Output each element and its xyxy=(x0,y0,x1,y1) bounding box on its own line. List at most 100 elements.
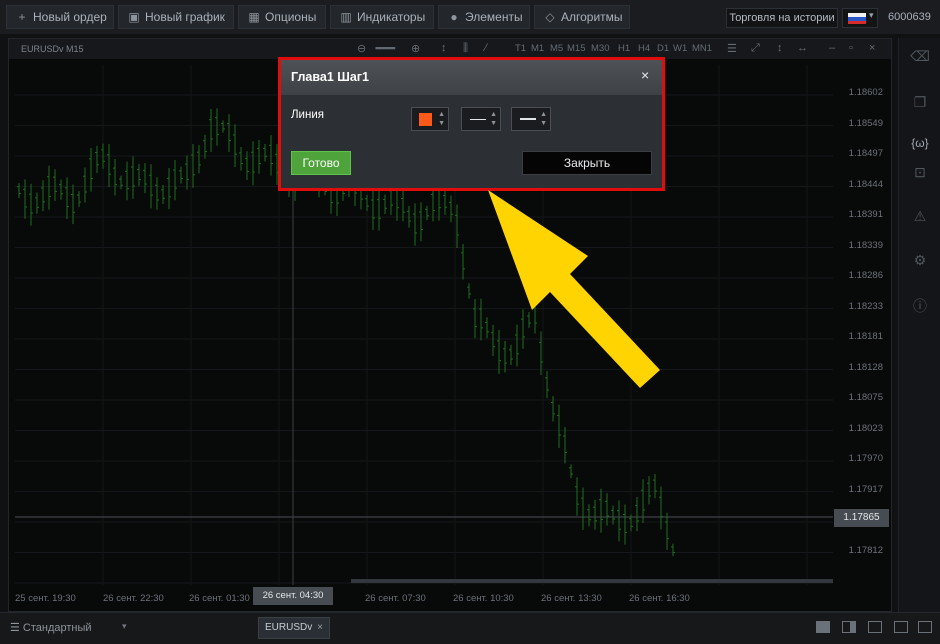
right-sidebar: ⌫ ❐ {ω} ⊡ ⚠ ⚙ ⓘ xyxy=(898,38,940,612)
close-tab-icon[interactable]: × xyxy=(317,618,323,638)
line-color-picker[interactable]: ▲ ▼ xyxy=(411,107,449,131)
time-tick-label: 25 сент. 19:30 xyxy=(15,593,76,604)
script-editor-icon[interactable]: {ω} xyxy=(899,136,940,150)
layout-split-icon[interactable] xyxy=(842,621,856,633)
time-tick-label: 26 сент. 01:30 xyxy=(189,593,250,604)
price-tick-label: 1.18075 xyxy=(848,392,883,403)
new-chart-button[interactable]: ▣ Новый график xyxy=(118,5,234,29)
copy-icon[interactable]: ❐ xyxy=(899,94,940,111)
color-swatch xyxy=(419,113,432,126)
indicators-label: Индикаторы xyxy=(357,10,426,24)
options-icon: ▦ xyxy=(248,10,260,24)
timeframe-m15[interactable]: M15 xyxy=(567,43,585,54)
zoom-in-icon[interactable]: ⊕ xyxy=(411,42,420,55)
account-number[interactable]: 6000639 xyxy=(888,11,931,23)
chart-scrollbar[interactable] xyxy=(351,579,833,583)
price-tick-label: 1.18233 xyxy=(848,300,883,312)
maximize-icon[interactable]: ▫ xyxy=(849,42,853,54)
template-selector[interactable]: ☰ Стандартный xyxy=(10,621,92,634)
time-cursor-label: 26 сент. 04:30 xyxy=(253,587,333,605)
time-tick-label: 26 сент. 07:30 xyxy=(365,593,426,604)
price-tick-label: 1.17970 xyxy=(848,453,883,464)
price-tick-label: 1.18497 xyxy=(848,148,883,159)
time-tick-label: 26 сент. 13:30 xyxy=(541,593,602,604)
elements-label: Элементы xyxy=(465,10,523,24)
options-button[interactable]: ▦ Опционы xyxy=(238,5,326,29)
crosshair-icon[interactable]: ↕ xyxy=(441,42,447,54)
line-label: Линия xyxy=(291,109,324,121)
fullscreen-icon[interactable]: ⤢ xyxy=(751,42,760,55)
algorithms-icon: ◇ xyxy=(545,10,555,24)
price-tick-label: 1.18181 xyxy=(848,331,883,342)
gear-icon[interactable]: ⚙ xyxy=(899,252,940,269)
elements-icon: ● xyxy=(450,10,458,24)
new-order-label: Новый ордер xyxy=(33,10,107,24)
algorithms-button[interactable]: ◇ Алгоритмы xyxy=(534,5,630,29)
close-button[interactable]: Закрыть xyxy=(522,151,652,175)
layout-single-icon[interactable] xyxy=(816,621,830,633)
current-price-label: 1.17865 xyxy=(834,509,889,527)
hamburger-icon: ☰ xyxy=(10,622,23,634)
price-tick-label: 1.18286 xyxy=(848,270,883,281)
timeframe-h1[interactable]: H1 xyxy=(618,43,630,54)
language-selector[interactable]: ▾ xyxy=(842,8,878,28)
symbol-tab[interactable]: EURUSDv × xyxy=(258,617,330,639)
zoom-out-icon[interactable]: ⊖ xyxy=(357,42,366,55)
arrow-shape xyxy=(488,190,660,388)
tutorial-dialog: Глава1 Шаг1 × Линия ▲ ▼ ▲ ▼ ▲ ▼ Готово Закр… xyxy=(281,60,662,188)
price-tick-label: 1.18391 xyxy=(848,209,883,220)
plus-icon: + xyxy=(18,10,26,24)
indicators-button[interactable]: ▥ Индикаторы xyxy=(330,5,434,29)
price-tick-label: 1.17917 xyxy=(848,483,883,495)
info-icon[interactable]: ⓘ xyxy=(899,296,940,316)
options-label: Опционы xyxy=(265,10,317,24)
line-width-icon xyxy=(520,118,536,120)
timeframe-w1[interactable]: W1 xyxy=(673,43,687,54)
symbol-tab-label: EURUSDv xyxy=(265,622,313,633)
timeframe-m30[interactable]: M30 xyxy=(591,43,609,54)
terminal-icon[interactable]: ⊡ xyxy=(899,164,940,181)
elements-button[interactable]: ● Элементы xyxy=(438,5,530,29)
horizontal-scale-icon[interactable]: ↔ xyxy=(797,42,808,54)
zoom-slider[interactable]: ▪▪▪▪▪▪▪▪▪ xyxy=(375,43,396,53)
line-style-icon xyxy=(470,119,486,120)
layout-quad-icon[interactable] xyxy=(894,621,908,633)
new-order-button[interactable]: + Новый ордер xyxy=(6,5,114,29)
done-button[interactable]: Готово xyxy=(291,151,351,175)
line-style-picker[interactable]: ▲ ▼ xyxy=(461,107,501,131)
new-chart-label: Новый график xyxy=(145,10,225,24)
timeframe-m5[interactable]: M5 xyxy=(550,43,563,54)
price-tick-label: 1.17812 xyxy=(848,544,883,556)
candles-icon[interactable]: ⫼ xyxy=(463,42,468,55)
close-icon[interactable]: × xyxy=(641,67,649,83)
alert-icon[interactable]: ⚠ xyxy=(899,208,940,225)
line-width-picker[interactable]: ▲ ▼ xyxy=(511,107,551,131)
layout-multi-icon[interactable] xyxy=(918,621,932,633)
time-tick-label: 26 сент. 16:30 xyxy=(629,593,690,604)
timeframe-mn1[interactable]: MN1 xyxy=(692,43,712,54)
eraser-icon[interactable]: ⌫ xyxy=(899,48,940,65)
chart-titlebar: EURUSDv M15 ⊖ ▪▪▪▪▪▪▪▪▪ ⊕ ↕ ⫼ ∕ T1 M1 M5 M1… xyxy=(9,39,891,59)
chart-window-icon: ▣ xyxy=(128,10,140,24)
indicators-icon: ▥ xyxy=(340,10,352,24)
timeframe-m1[interactable]: M1 xyxy=(531,43,544,54)
timeframe-t1[interactable]: T1 xyxy=(515,43,526,54)
price-axis: 1.18602 1.18549 1.18497 1.18444 1.18391 1.183… xyxy=(835,65,891,585)
line-tool-icon[interactable]: ∕ xyxy=(485,42,487,54)
vertical-scale-icon[interactable]: ↕ xyxy=(777,42,783,54)
history-trading-button[interactable]: Торговля на истории xyxy=(726,8,838,28)
bottom-bar: ☰ Стандартный ▾ EURUSDv × xyxy=(0,612,940,644)
close-chart-icon[interactable]: × xyxy=(869,42,875,54)
timeframe-d1[interactable]: D1 xyxy=(657,43,669,54)
spinner-arrows-icon: ▲ ▼ xyxy=(438,111,445,127)
price-tick-label: 1.18444 xyxy=(848,178,883,190)
layout-grid-icon[interactable] xyxy=(868,621,882,633)
pointer-arrow xyxy=(488,190,660,388)
timeframe-h4[interactable]: H4 xyxy=(638,43,650,54)
dialog-header: Глава1 Шаг1 × xyxy=(281,60,662,95)
price-tick-label: 1.18023 xyxy=(848,422,883,434)
minimize-icon[interactable]: – xyxy=(829,42,835,54)
price-tick-label: 1.18128 xyxy=(848,361,883,373)
chevron-down-icon[interactable]: ▾ xyxy=(122,621,127,632)
settings-icon[interactable]: ☰ xyxy=(727,42,737,55)
